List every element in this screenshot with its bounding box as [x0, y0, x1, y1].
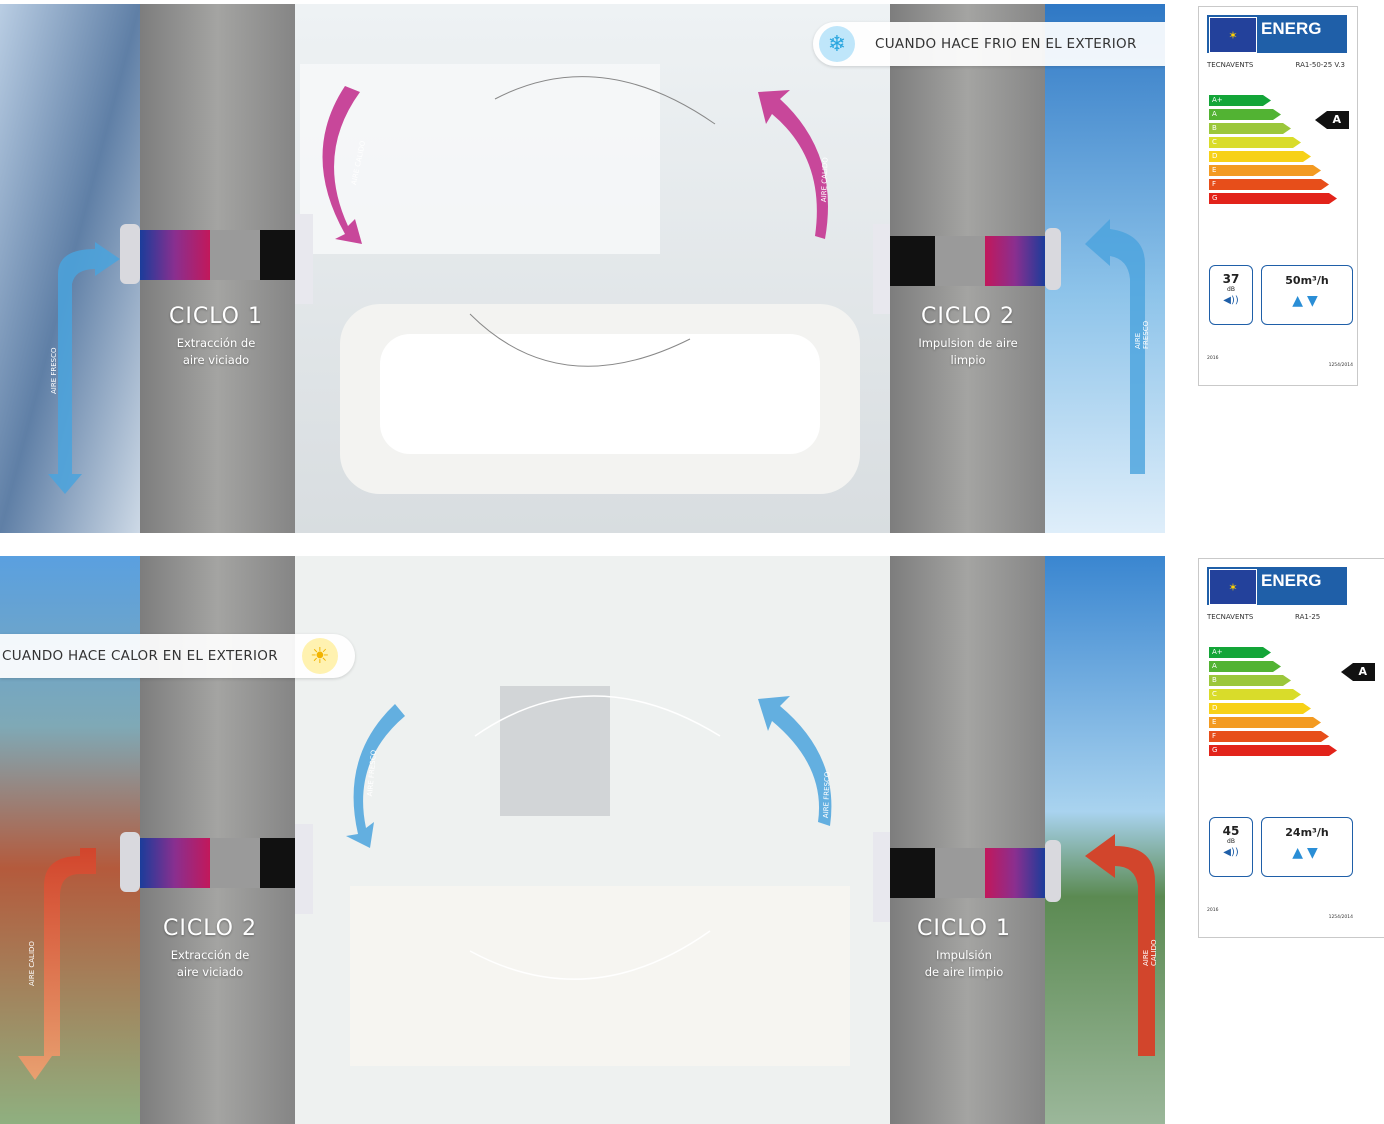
energy-rating-badge: A	[1315, 111, 1349, 129]
cold-left-cycle: CICLO 1 Extracción de aire viciado	[146, 304, 286, 369]
energy-rating-badge: A	[1341, 663, 1375, 681]
footer-year: 2016	[1207, 356, 1219, 361]
class-bar: A	[1209, 661, 1281, 672]
cycle-desc-line-2: aire viciado	[182, 353, 250, 367]
cycle-title: CICLO 1	[917, 916, 1011, 941]
hot-inner-right-arrow-label: AIRE FRESCO	[822, 771, 832, 819]
energy-label-1: ✶ ENERG TECNAVENTS RA1-50-25 V.3 A+ A B …	[1198, 6, 1358, 386]
footer-year: 2016	[1207, 908, 1219, 913]
energy-label-title: ENERG	[1261, 571, 1322, 590]
noise-value: 37	[1222, 272, 1240, 286]
class-bar: A+	[1209, 95, 1271, 106]
energy-label-brand: TECNAVENTS	[1207, 61, 1254, 69]
sun-icon: ☀	[301, 638, 338, 674]
airflow-arrows-icon: ▲▼	[1292, 293, 1322, 309]
energy-label-title: ENERG	[1261, 19, 1322, 38]
energy-label-footer: 2016 1254/2014	[1207, 907, 1353, 920]
cold-outer-left-arrow-label: AIRE FRESCO	[50, 347, 58, 394]
cold-weather-panel: ❄ CUANDO HACE FRIO EN EL EXTERIOR CICLO …	[0, 4, 1165, 533]
hot-outer-right-arrow-label: AIRE CALIDO	[1142, 939, 1158, 966]
cold-scene	[0, 4, 1165, 533]
cold-caption-text: CUANDO HACE FRIO EN EL EXTERIOR	[875, 36, 1137, 52]
cycle-title: CICLO 2	[163, 916, 257, 941]
cycle-title: CICLO 1	[169, 304, 263, 329]
hot-caption-text: CUANDO HACE CALOR EN EL EXTERIOR	[2, 648, 278, 664]
class-bar: A+	[1209, 647, 1271, 658]
footer-regulation: 1254/2014	[1328, 915, 1353, 920]
cycle-desc-line-2: de aire limpio	[924, 965, 1004, 979]
airflow-box: 50m³/h ▲▼	[1261, 265, 1353, 325]
footer-regulation: 1254/2014	[1328, 363, 1353, 368]
class-bar: E	[1209, 717, 1321, 728]
energy-label-2: ✶ ENERG TECNAVENTS RA1-25 A+ A B C D E F…	[1198, 558, 1384, 938]
class-bar: D	[1209, 703, 1311, 714]
noise-box: 37 dB ◀))	[1209, 265, 1253, 325]
airflow-value: 24m³/h	[1285, 826, 1329, 839]
energy-label-model: RA1-25	[1295, 613, 1321, 621]
cycle-title: CICLO 2	[921, 304, 1015, 329]
class-bar: F	[1209, 179, 1329, 190]
energy-label-header: ✶ ENERG	[1207, 567, 1347, 605]
cycle-desc-line-2: aire viciado	[176, 965, 244, 979]
class-bar: C	[1209, 689, 1301, 700]
hot-left-cycle: CICLO 2 Extracción de aire viciado	[140, 916, 280, 981]
class-bar: E	[1209, 165, 1321, 176]
cold-caption: ❄ CUANDO HACE FRIO EN EL EXTERIOR	[813, 22, 1165, 66]
eu-flag-icon: ✶	[1209, 569, 1257, 605]
speaker-icon: ◀))	[1223, 295, 1239, 306]
class-bar: G	[1209, 193, 1337, 204]
cycle-desc-line-2: limpio	[950, 353, 986, 367]
class-bar: B	[1209, 675, 1291, 686]
class-bar: A	[1209, 109, 1281, 120]
energy-label-footer: 2016 1254/2014	[1207, 355, 1353, 368]
hot-weather-panel: CUANDO HACE CALOR EN EL EXTERIOR ☀ CICLO…	[0, 556, 1165, 1124]
airflow-box: 24m³/h ▲▼	[1261, 817, 1353, 877]
cold-right-cycle: CICLO 2 Impulsion de aire limpio	[898, 304, 1038, 369]
noise-box: 45 dB ◀))	[1209, 817, 1253, 877]
energy-label-brand: TECNAVENTS	[1207, 613, 1254, 621]
noise-value: 45	[1222, 824, 1240, 838]
class-bar: C	[1209, 137, 1301, 148]
hot-caption: CUANDO HACE CALOR EN EL EXTERIOR ☀	[0, 634, 355, 678]
hot-outer-left-arrow-label: AIRE CALIDO	[28, 941, 36, 986]
noise-unit: dB	[1227, 286, 1235, 293]
energy-label-header: ✶ ENERG	[1207, 15, 1347, 53]
snowflake-icon: ❄	[819, 26, 855, 62]
class-bar: D	[1209, 151, 1311, 162]
airflow-arrows-icon: ▲▼	[1292, 845, 1322, 861]
cycle-desc-line-1: Extracción de	[176, 336, 256, 350]
class-bar: F	[1209, 731, 1329, 742]
energy-label-model: RA1-50-25 V.3	[1295, 61, 1345, 69]
cycle-desc-line-1: Impulsion de aire	[918, 336, 1018, 350]
noise-unit: dB	[1227, 838, 1235, 845]
eu-flag-icon: ✶	[1209, 17, 1257, 53]
cold-outer-right-arrow-label: AIRE FRESCO	[1134, 320, 1150, 349]
cycle-desc-line-1: Impulsión	[936, 948, 992, 962]
class-bar: G	[1209, 745, 1337, 756]
speaker-icon: ◀))	[1223, 847, 1239, 858]
cold-inner-right-arrow-label: AIRE CALIDO	[820, 157, 830, 203]
hot-right-cycle: CICLO 1 Impulsión de aire limpio	[894, 916, 1034, 981]
airflow-value: 50m³/h	[1285, 274, 1329, 287]
class-bar: B	[1209, 123, 1291, 134]
cycle-desc-line-1: Extracción de	[170, 948, 250, 962]
